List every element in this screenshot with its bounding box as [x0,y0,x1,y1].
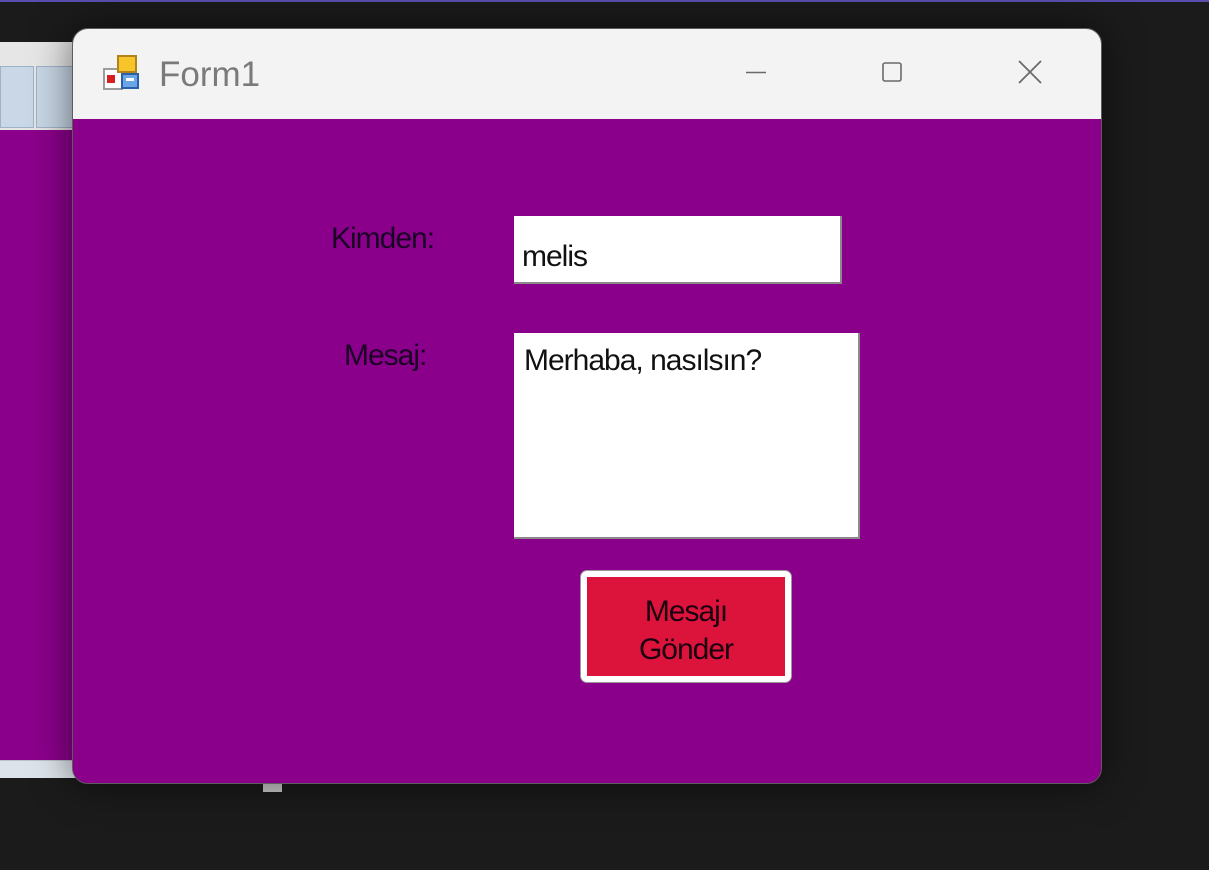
close-button[interactable] [995,47,1065,97]
title-bar[interactable]: Form1 [73,29,1101,119]
message-label: Mesaj: [344,339,427,372]
send-message-button[interactable]: Mesajı Gönder [581,571,791,682]
window-title: Form1 [159,55,261,94]
message-textarea[interactable]: Merhaba, nasılsın? [514,333,860,539]
from-input[interactable] [514,216,842,284]
windows-form-app-icon [102,54,140,92]
from-label: Kimden: [331,222,435,255]
background-toolbar-cell [0,66,34,128]
maximize-icon [882,62,902,82]
minimize-icon [746,71,766,74]
form-client-area: Kimden: Mesaj: Merhaba, nasılsın? Mesajı… [73,119,1101,783]
minimize-button[interactable] [721,47,791,97]
form-window: Form1 Kimden: Mesaj: Merhaba, nasılsın? … [72,28,1102,784]
maximize-button[interactable] [857,47,927,97]
close-icon [1018,60,1042,84]
desktop-accent-line [0,0,1209,2]
